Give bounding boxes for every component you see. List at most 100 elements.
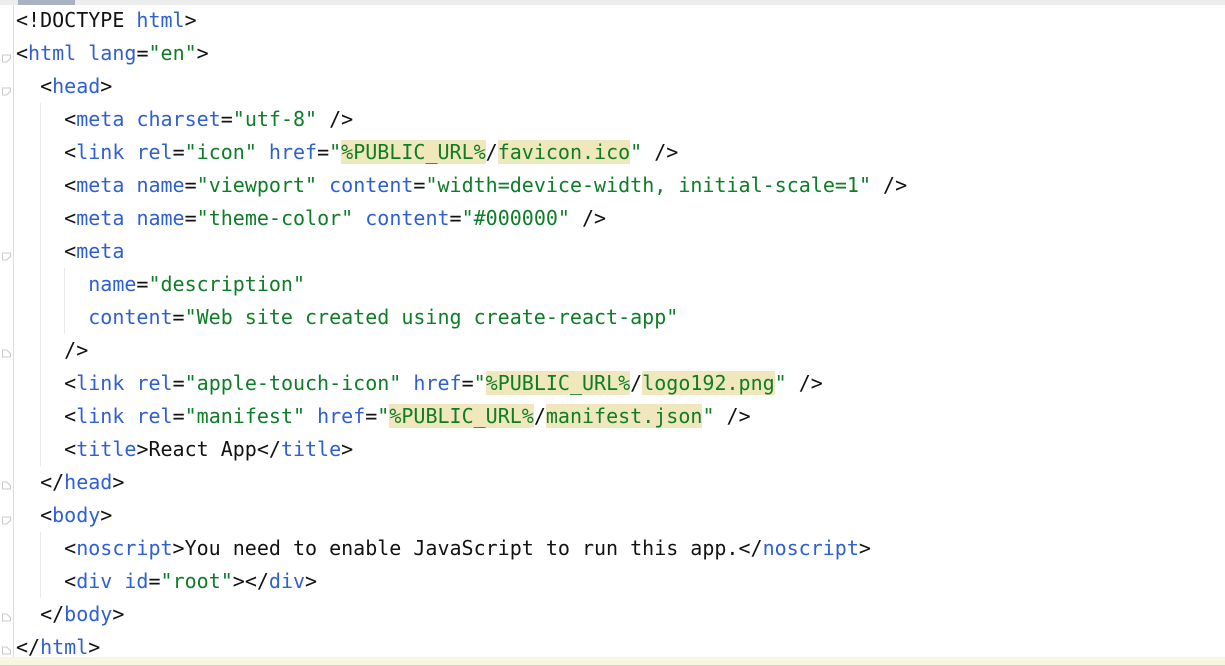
tag-name-token: noscript <box>763 536 859 560</box>
code-token: < <box>16 107 76 131</box>
attribute-name-token: rel <box>136 371 172 395</box>
code-line: name="description" <box>0 268 1225 301</box>
code-token: = <box>365 404 377 428</box>
code-token: = <box>317 140 329 164</box>
code-line: <title>React App</title> <box>0 433 1225 466</box>
code-line: <meta name="viewport" content="width=dev… <box>0 169 1225 202</box>
code-line: <!DOCTYPE html> <box>0 4 1225 37</box>
attribute-name-token: rel <box>136 404 172 428</box>
code-token: = <box>413 173 425 197</box>
code-token: > <box>185 8 197 32</box>
code-token: > <box>341 437 353 461</box>
string-token: " <box>775 371 787 395</box>
code-token: < <box>16 140 76 164</box>
code-line: <meta <box>0 235 1225 268</box>
code-token: = <box>173 140 185 164</box>
string-token: "width=device-width, initial-scale=1" <box>425 173 871 197</box>
code-token: /> <box>871 173 907 197</box>
string-token: "theme-color" <box>197 206 354 230</box>
code-token: < <box>16 74 52 98</box>
attribute-name-token: href <box>269 140 317 164</box>
code-token: < <box>16 41 28 65</box>
code-token: ></ <box>233 569 269 593</box>
string-token: "apple-touch-icon" <box>185 371 402 395</box>
code-token: = <box>450 206 462 230</box>
code-token: < <box>16 437 76 461</box>
code-line: /> <box>0 334 1225 367</box>
attribute-name-token: href <box>413 371 461 395</box>
code-line: < noscript>You need to enable JavaScript … <box>0 532 1225 565</box>
code-token: = <box>462 371 474 395</box>
tag-name-token: head <box>64 470 112 494</box>
code-token: = <box>185 206 197 230</box>
code-token: < <box>16 404 76 428</box>
tag-name-token: title <box>281 437 341 461</box>
code-token: </ <box>16 602 64 626</box>
string-token: "description" <box>148 272 305 296</box>
tag-name-token: meta <box>76 206 124 230</box>
tag-name-token: link <box>76 404 124 428</box>
code-token <box>124 404 136 428</box>
code-token: >React App</ <box>136 437 281 461</box>
code-token: /> <box>642 140 678 164</box>
attribute-name-token: charset <box>136 107 220 131</box>
tag-name-token: meta <box>76 107 124 131</box>
code-token: /> <box>714 404 750 428</box>
code-token: / <box>534 404 546 428</box>
attribute-name-token: name <box>136 173 184 197</box>
code-token: < <box>16 536 76 560</box>
code-token <box>76 41 88 65</box>
code-token: > <box>100 74 112 98</box>
code-token <box>16 305 88 329</box>
tag-name-token: link <box>76 140 124 164</box>
code-token: < <box>16 239 76 263</box>
attribute-name-token: lang <box>88 41 136 65</box>
tag-name-token: div <box>76 569 112 593</box>
attribute-name-token: content <box>88 305 172 329</box>
tag-name-token: body <box>52 503 100 527</box>
code-token: = <box>148 569 160 593</box>
attribute-name-token: rel <box>136 140 172 164</box>
code-token <box>124 371 136 395</box>
code-token: = <box>173 371 185 395</box>
template-variable-highlight: logo192.png <box>642 371 774 395</box>
attribute-name-token: id <box>124 569 148 593</box>
code-token <box>124 107 136 131</box>
code-token <box>112 569 124 593</box>
template-variable-highlight: %PUBLIC_URL% <box>389 404 534 428</box>
string-token: "#000000" <box>462 206 570 230</box>
caret-line-highlight <box>0 657 1225 666</box>
code-token: <!DOCTYPE <box>16 8 136 32</box>
code-token: > <box>112 470 124 494</box>
code-line: <link rel="icon" href="%PUBLIC_URL%/favi… <box>0 136 1225 169</box>
code-area[interactable]: <!DOCTYPE html><html lang="en"> <head> <… <box>0 4 1225 664</box>
code-line: <link rel="apple-touch-icon" href="%PUBL… <box>0 367 1225 400</box>
attribute-name-token: name <box>88 272 136 296</box>
tag-name-token: body <box>64 602 112 626</box>
code-token <box>124 173 136 197</box>
code-token <box>353 206 365 230</box>
string-token: "Web site created using create-react-app… <box>185 305 679 329</box>
code-token: = <box>185 173 197 197</box>
string-token: " <box>630 140 642 164</box>
code-token: </ <box>16 635 40 659</box>
string-token: "utf-8" <box>233 107 317 131</box>
code-token: > <box>305 569 317 593</box>
template-variable-highlight: %PUBLIC_URL% <box>341 140 486 164</box>
code-token <box>124 140 136 164</box>
code-token: /> <box>16 338 88 362</box>
string-token: "icon" <box>185 140 257 164</box>
tag-name-token: html <box>28 41 76 65</box>
string-token: "en" <box>148 41 196 65</box>
code-token: < <box>16 569 76 593</box>
code-token: / <box>486 140 498 164</box>
attribute-name-token: href <box>317 404 365 428</box>
code-line: <link rel="manifest" href="%PUBLIC_URL%/… <box>0 400 1225 433</box>
code-line: <html lang="en"> <box>0 37 1225 70</box>
code-token: >You need to enable JavaScript to run th… <box>173 536 763 560</box>
attribute-name-token: content <box>329 173 413 197</box>
code-line: <meta name="theme-color" content="#00000… <box>0 202 1225 235</box>
tag-name-token: head <box>52 74 100 98</box>
code-token <box>16 272 88 296</box>
tag-name-token: html <box>40 635 88 659</box>
